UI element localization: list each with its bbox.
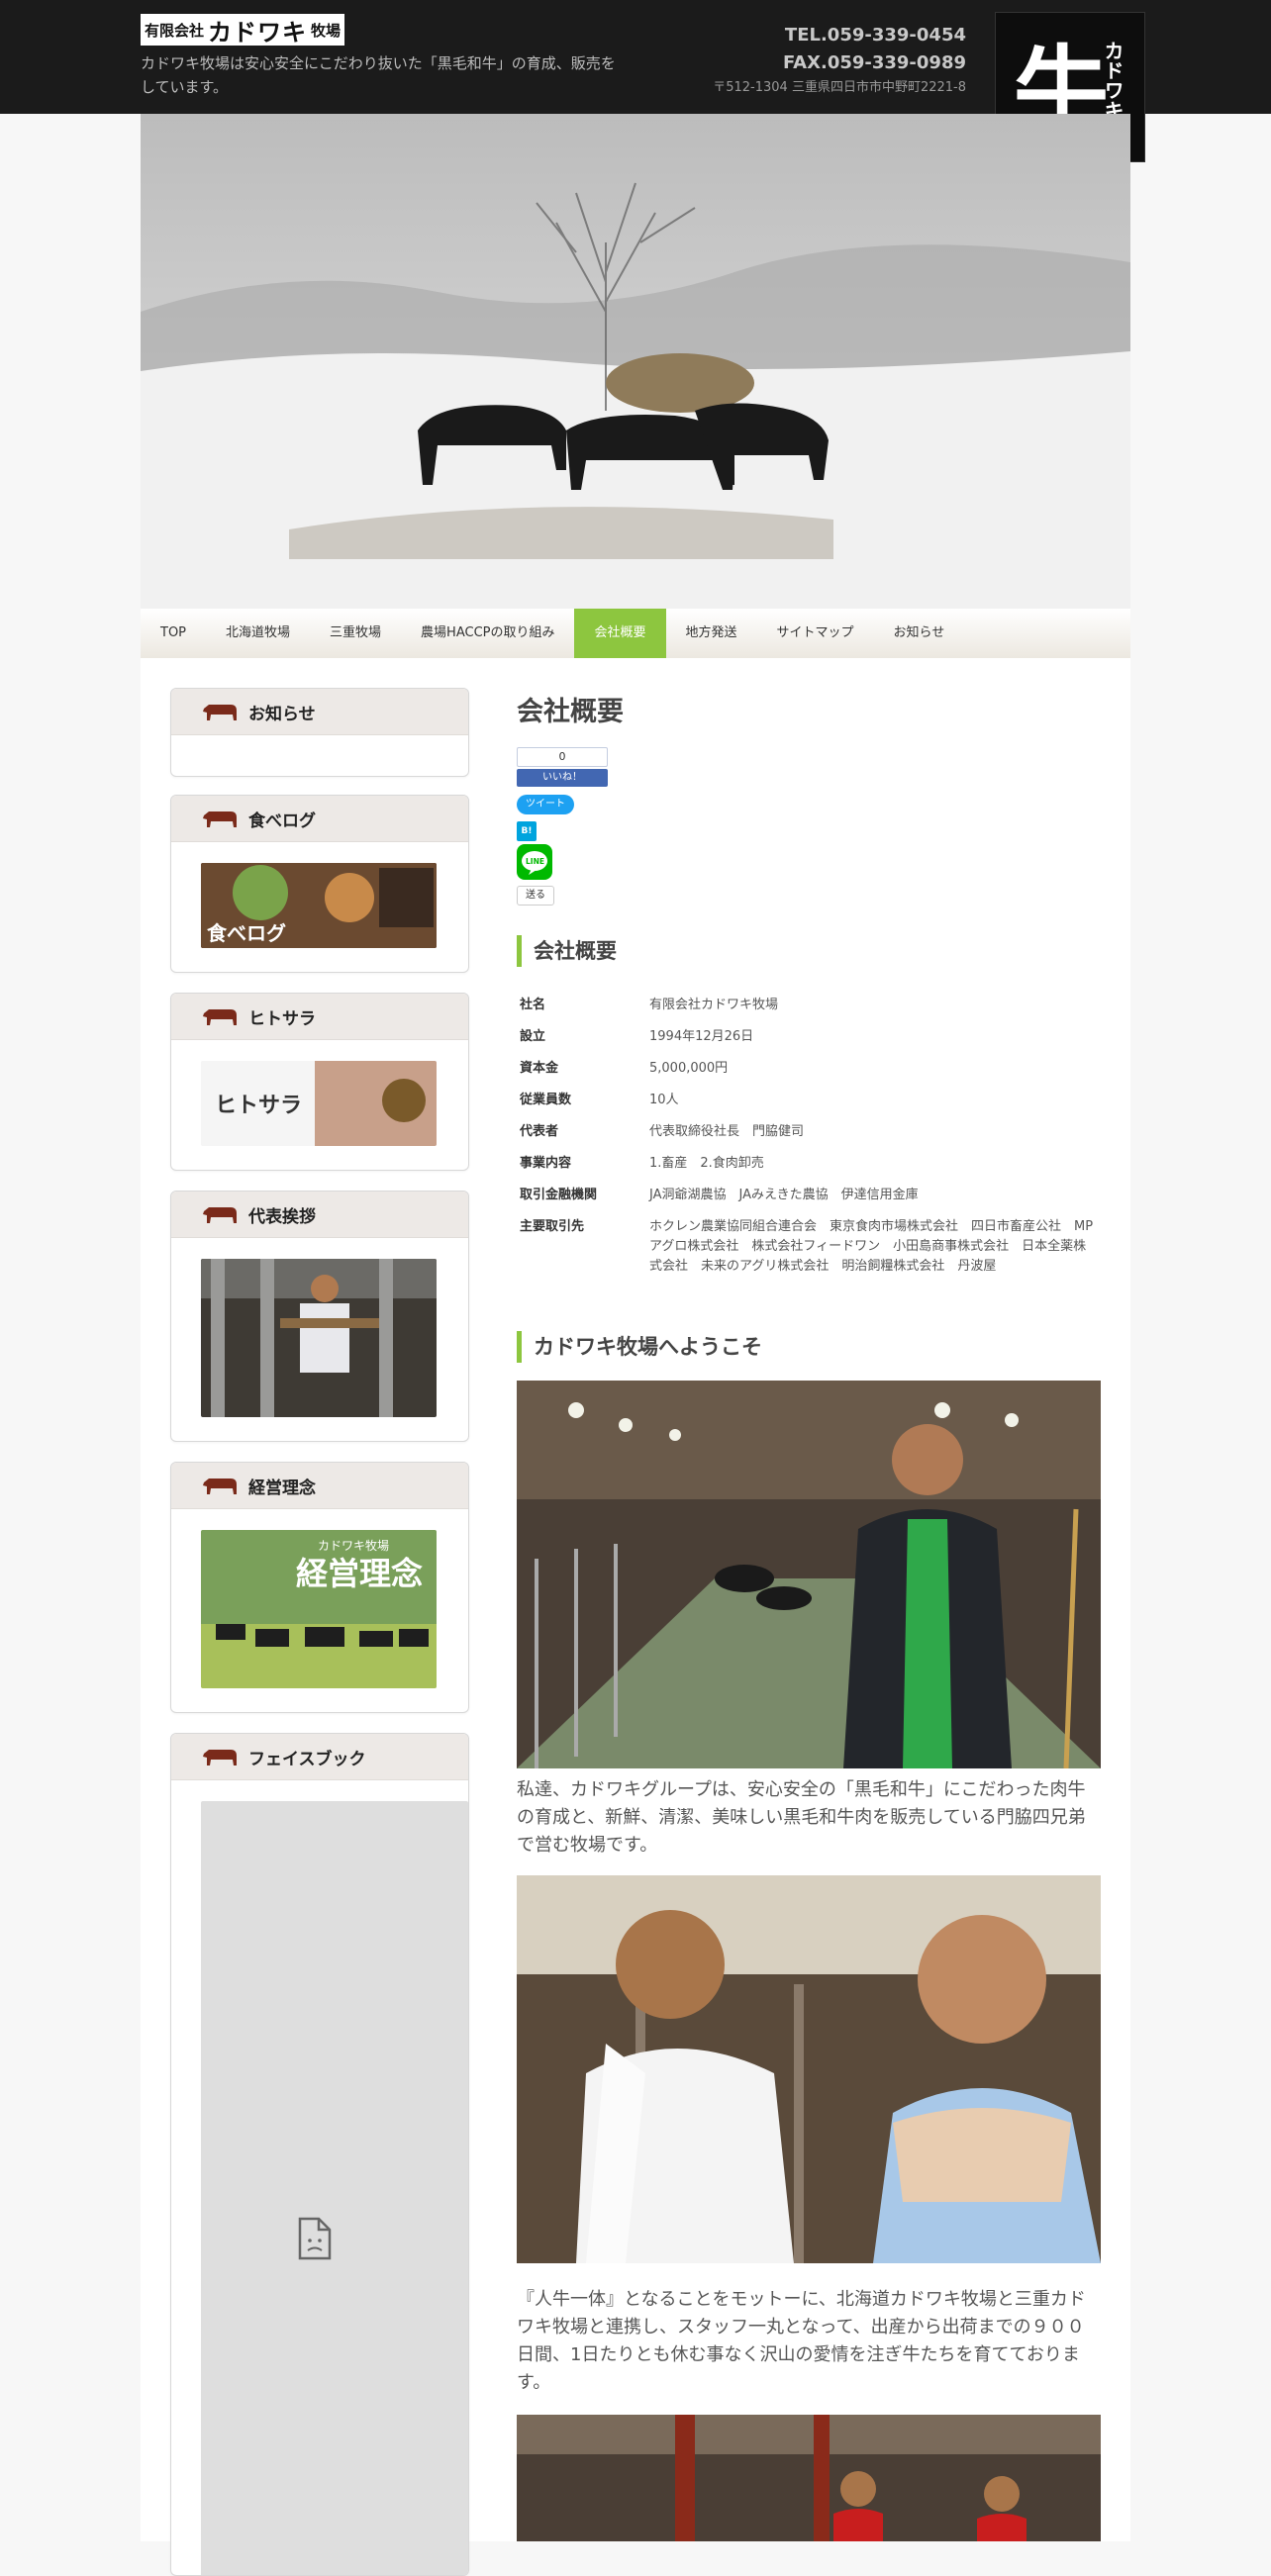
table-row: 主要取引先 ホクレン農業協同組合連合会 東京食肉市場株式会社 四日市畜産公社 MP… (520, 1219, 1094, 1274)
facebook-embed[interactable] (201, 1801, 468, 2575)
table-row: 社名 有限会社カドワキ牧場 (520, 998, 779, 1012)
table-row: 代表者 代表取締役社長 門脇健司 (520, 1124, 805, 1139)
brand-name: カドワキ (208, 18, 308, 47)
greeting-photo[interactable] (201, 1259, 437, 1417)
section-heading-welcome: カドワキ牧場へようこそ (517, 1331, 762, 1363)
widget-header: ヒトサラ (171, 994, 468, 1040)
page-content: お知らせ 食べログ 食べログ ヒトサラ ヒトサラ 代表挨拶 経営理念 カドワキ牧… (141, 658, 1130, 2576)
widget-header: 食べログ (171, 796, 468, 842)
site-tagline: カドワキ牧場は安心安全にこだわり抜いた「黒毛和牛」の育成、販売をしています。 (141, 54, 616, 96)
philosophy-banner[interactable]: カドワキ牧場 経営理念 (201, 1530, 437, 1688)
hero-illustration (141, 114, 1130, 609)
send-button[interactable]: 送る (517, 886, 554, 906)
widget-philosophy: 経営理念 カドワキ牧場 経営理念 (170, 1462, 469, 1713)
nav-item-haccp[interactable]: 農場HACCPの取り組み (401, 609, 574, 658)
paragraph-motto: 『人牛一体』となることをモットーに、北海道カドワキ牧場と三重カドワキ牧場と連携し… (517, 2289, 1086, 2393)
cow-icon (203, 1009, 237, 1025)
widget-title-facebook: フェイスブック (248, 1749, 366, 1769)
nav-item-sitemap[interactable]: サイトマップ (757, 609, 874, 658)
philosophy-banner-text: 経営理念 (296, 1555, 423, 1592)
line-icon-label: LINE (526, 857, 544, 866)
section-heading-company: 会社概要 (517, 935, 617, 967)
photo-brothers (517, 1875, 1101, 2263)
nav-item-company[interactable]: 会社概要 (574, 609, 666, 658)
cow-icon (203, 1750, 237, 1765)
brand-logo[interactable]: 有限会社 カドワキ 牧場 (141, 14, 345, 47)
brand-suffix: 牧場 (311, 21, 342, 40)
company-info-table: 社名 有限会社カドワキ牧場 設立 1994年12月26日 資本金 5,000,000円… (517, 990, 1101, 1283)
main-nav: TOP 北海道牧場 三重牧場 農場HACCPの取り組み 会社概要 地方発送 サイ… (141, 609, 1130, 659)
cow-icon (203, 705, 237, 720)
cow-icon (203, 1479, 237, 1494)
contact-info: TEL.059-339-0454 FAX.059-339-0989 〒512-1… (713, 22, 966, 99)
hero-image-snowy-cattle (141, 114, 1130, 609)
widget-news: お知らせ (170, 688, 469, 777)
nav-item-shipping[interactable]: 地方発送 (666, 609, 757, 658)
page-title: 会社概要 (517, 697, 624, 727)
widget-header: フェイスブック (171, 1734, 468, 1780)
address: 〒512-1304 三重県四日市市中野町2221-8 (713, 80, 966, 95)
logo-side-text: カドワキ (1101, 41, 1124, 120)
tabelog-banner[interactable]: 食べログ (201, 863, 437, 948)
nav-item-hokkaido-farm[interactable]: 北海道牧場 (206, 609, 310, 658)
hitosara-banner[interactable]: ヒトサラ (201, 1061, 437, 1146)
widget-title-hitosara: ヒトサラ (248, 1008, 316, 1029)
fax-number: FAX.059-339-0989 (782, 52, 966, 73)
nav-item-news[interactable]: お知らせ (874, 609, 965, 658)
hitosara-banner-text: ヒトサラ (215, 1094, 302, 1118)
line-share-button[interactable]: LINE (517, 844, 552, 880)
phone-number[interactable]: TEL.059-339-0454 (713, 22, 966, 49)
nav-item-top[interactable]: TOP (141, 609, 206, 658)
brand-prefix: 有限会社 (145, 21, 205, 40)
line-icon: LINE (522, 851, 547, 875)
cow-icon (203, 1207, 237, 1223)
table-row: 設立 1994年12月26日 (520, 1029, 754, 1044)
hatena-bookmark-button[interactable]: B! (517, 821, 537, 841)
widget-tabelog: 食べログ 食べログ (170, 795, 469, 973)
widget-header: 経営理念 (171, 1463, 468, 1509)
widget-hitosara: ヒトサラ ヒトサラ (170, 993, 469, 1171)
table-row: 事業内容 1.畜産 2.食肉卸売 (520, 1156, 764, 1171)
tweet-button[interactable]: ツイート (517, 795, 574, 814)
widget-header: お知らせ (171, 689, 468, 735)
photo-staff (517, 2415, 1101, 2541)
widget-facebook: フェイスブック (170, 1733, 469, 2576)
facebook-like-button[interactable]: 0 いいね！ (517, 747, 608, 787)
like-label: いいね！ (517, 769, 608, 787)
table-row: 従業員数 10人 (520, 1093, 679, 1107)
table-row: 取引金融機関 JA洞爺湖農協 JAみえきた農協 伊達信用金庫 (520, 1188, 919, 1202)
widget-title-tabelog: 食べログ (248, 811, 316, 831)
widget-title-greeting: 代表挨拶 (248, 1206, 316, 1227)
widget-header: 代表挨拶 (171, 1192, 468, 1238)
cow-icon (203, 811, 237, 827)
widget-greeting: 代表挨拶 (170, 1191, 469, 1442)
table-row: 資本金 5,000,000円 (520, 1061, 729, 1076)
tabelog-banner-text: 食べログ (207, 921, 286, 945)
broken-document-icon (298, 2217, 332, 2260)
paragraph-intro: 私達、カドワキグループは、安心安全の「黒毛和牛」にこだわった肉牛の育成と、新鮮、… (517, 1779, 1086, 1856)
nav-item-mie-farm[interactable]: 三重牧場 (310, 609, 401, 658)
like-count: 0 (517, 747, 608, 767)
photo-farmer-in-barn (517, 1381, 1101, 1768)
widget-title-news: お知らせ (248, 704, 316, 724)
widget-title-philosophy: 経営理念 (248, 1478, 316, 1498)
philosophy-banner-subtext: カドワキ牧場 (318, 1539, 389, 1553)
